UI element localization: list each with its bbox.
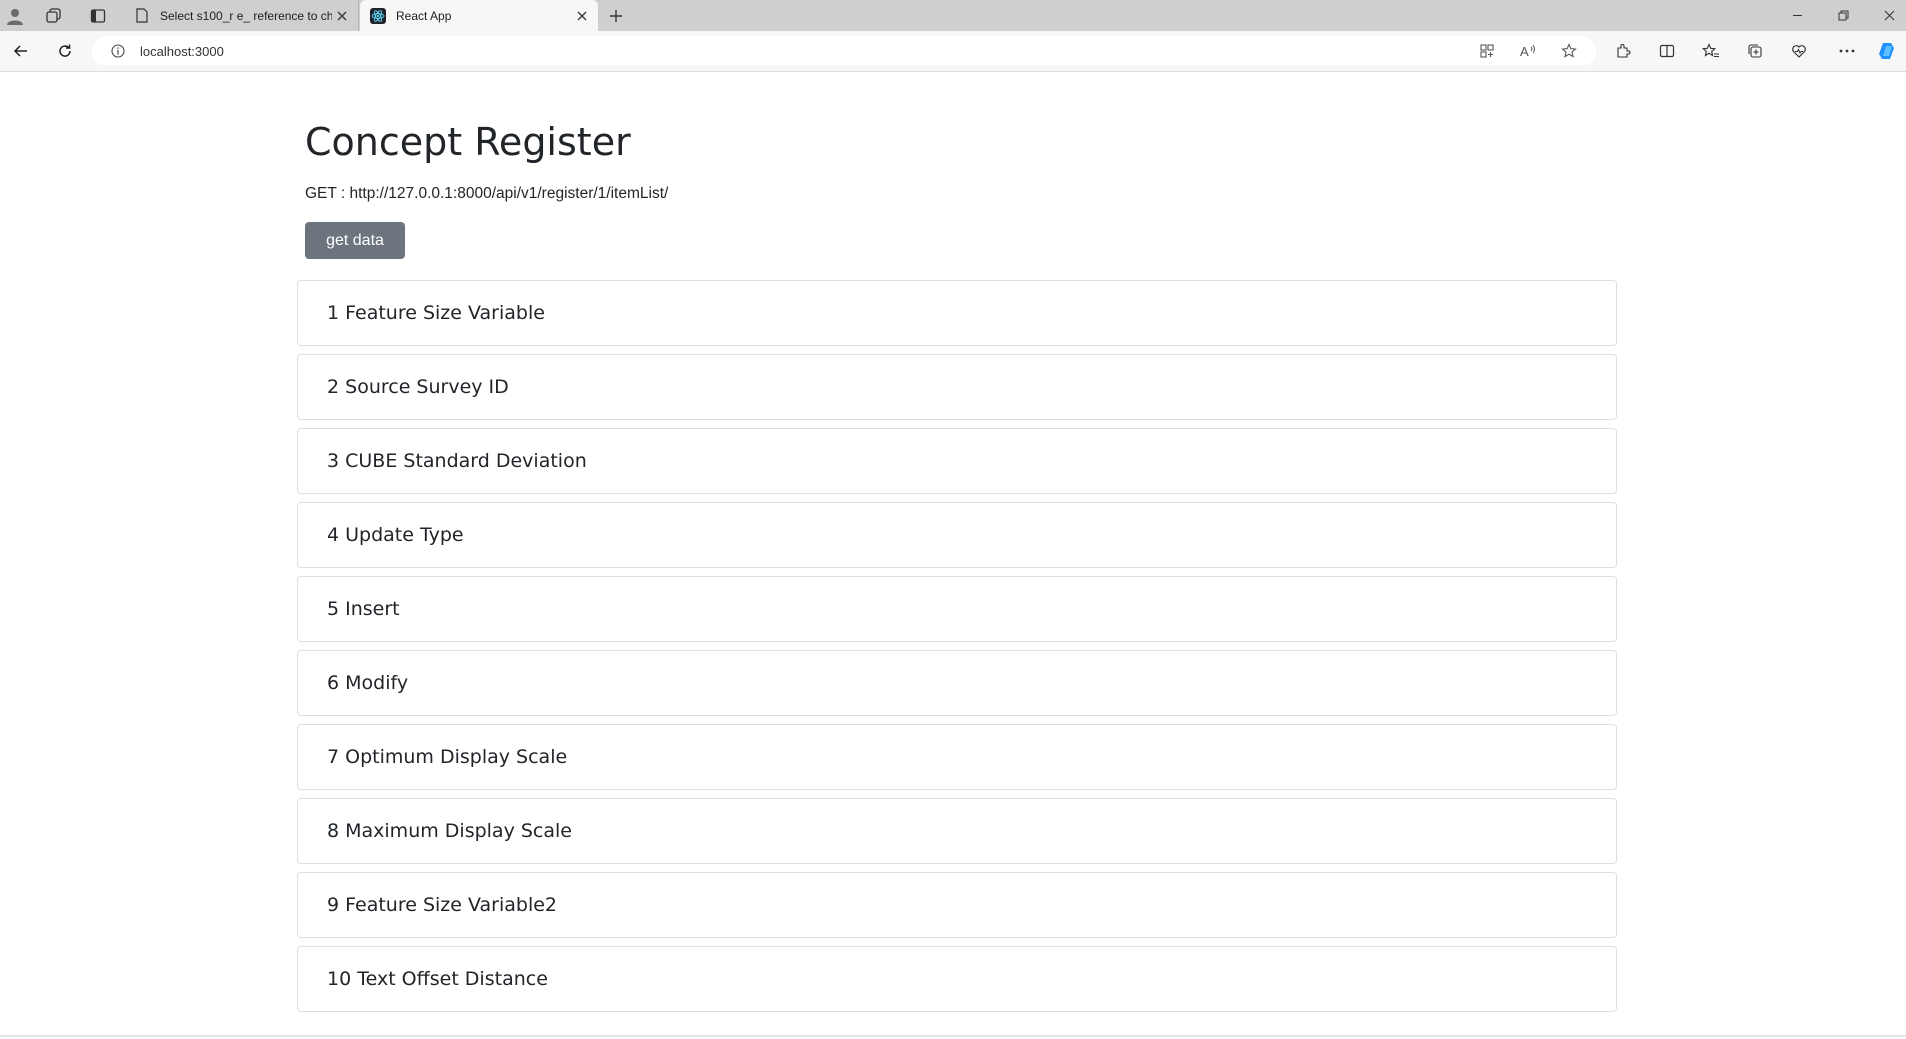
restore-icon[interactable] <box>1820 0 1866 31</box>
list-item[interactable]: 2 Source Survey ID <box>297 354 1617 420</box>
split-screen-icon[interactable] <box>1653 37 1681 65</box>
list-item[interactable]: 8 Maximum Display Scale <box>297 798 1617 864</box>
browser-toolbar: A <box>0 31 1906 72</box>
copilot-icon[interactable] <box>1874 37 1902 65</box>
new-tab-icon[interactable] <box>604 4 628 28</box>
get-data-button[interactable]: get data <box>305 222 405 259</box>
profile-icon[interactable] <box>3 4 27 28</box>
collections-icon[interactable] <box>1741 37 1769 65</box>
read-aloud-icon[interactable]: A <box>1516 39 1540 63</box>
close-window-icon[interactable] <box>1866 0 1906 31</box>
list-item[interactable]: 1 Feature Size Variable <box>297 280 1617 346</box>
minimize-icon[interactable] <box>1774 0 1820 31</box>
browser-tab-strip: Select s100_r e_ reference to cha React … <box>0 0 1906 31</box>
list-item[interactable]: 10 Text Offset Distance <box>297 946 1617 1012</box>
site-info-icon[interactable] <box>110 43 126 59</box>
vertical-tabs-icon[interactable] <box>86 4 110 28</box>
extensions-icon[interactable] <box>1609 37 1637 65</box>
page-viewport: Concept Register GET : http://127.0.0.1:… <box>0 72 1906 1039</box>
react-icon <box>370 7 386 24</box>
close-icon[interactable] <box>572 6 592 26</box>
tab-title: Select s100_r e_ reference to cha <box>160 8 332 23</box>
api-endpoint-text: GET : http://127.0.0.1:8000/api/v1/regis… <box>305 185 669 202</box>
app-available-icon[interactable] <box>1475 39 1499 63</box>
list-item[interactable]: 7 Optimum Display Scale <box>297 724 1617 790</box>
workspaces-icon[interactable] <box>42 4 66 28</box>
list-item[interactable]: 4 Update Type <box>297 502 1617 568</box>
url-input[interactable] <box>138 42 1042 60</box>
list-item[interactable]: 5 Insert <box>297 576 1617 642</box>
list-item[interactable]: 9 Feature Size Variable2 <box>297 872 1617 938</box>
tab-react-app[interactable]: React App <box>360 0 598 31</box>
svg-text:A: A <box>1520 44 1529 59</box>
more-options-icon[interactable] <box>1833 37 1861 65</box>
refresh-icon[interactable] <box>51 37 79 65</box>
tab-title: React App <box>396 8 452 23</box>
page-divider <box>0 1035 1906 1037</box>
address-bar[interactable]: A <box>92 36 1596 66</box>
close-icon[interactable] <box>332 6 352 26</box>
favorites-icon[interactable] <box>1697 37 1725 65</box>
browser-essentials-icon[interactable] <box>1785 37 1813 65</box>
tab-select-s100[interactable]: Select s100_r e_ reference to cha <box>124 0 359 31</box>
favorite-star-icon[interactable] <box>1557 39 1581 63</box>
page-title: Concept Register <box>305 120 631 164</box>
back-icon[interactable] <box>7 37 35 65</box>
list-item[interactable]: 6 Modify <box>297 650 1617 716</box>
list-item[interactable]: 3 CUBE Standard Deviation <box>297 428 1617 494</box>
document-icon <box>134 8 150 24</box>
